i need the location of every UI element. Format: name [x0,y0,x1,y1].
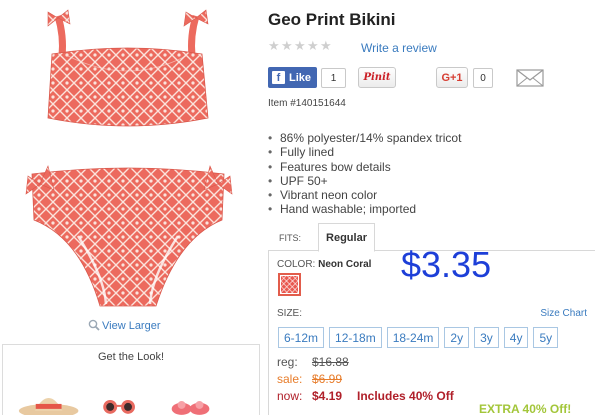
size-option-2y[interactable]: 2y [444,327,470,348]
size-option-5y[interactable]: 5y [533,327,559,348]
product-gallery: View Larger Get the Look! [0,0,262,415]
feature-item: Hand washable; imported [268,202,461,217]
size-option-4y[interactable]: 4y [503,327,529,348]
item-number: Item #140151644 [268,98,346,109]
size-options: 6-12m 12-18m 18-24m 2y 3y 4y 5y [278,327,559,348]
feature-item: Features bow details [268,160,461,175]
facebook-like-button[interactable]: f Like [268,67,317,88]
star-icon: ★ [294,38,306,53]
look-items [18,397,210,415]
size-label: SIZE: [277,308,303,319]
star-icon: ★ [268,38,280,53]
feature-item: Vibrant neon color [268,188,461,203]
pinterest-pinit-button[interactable]: Pinit [358,67,396,88]
regular-price-value: $16.88 [312,355,349,369]
email-envelope-icon[interactable] [516,69,544,87]
facebook-like-count: 1 [321,68,346,88]
star-icon: ★ [281,38,293,53]
color-label: COLOR: Neon Coral [277,259,372,270]
overlay-price: $3.35 [401,244,492,285]
rating-stars[interactable]: ★ ★ ★ ★ ★ [268,38,332,53]
feature-item: 86% polyester/14% spandex tricot [268,131,461,146]
size-option-18-24m[interactable]: 18-24m [386,327,440,348]
google-plus-count: 0 [473,68,493,88]
feature-item: UPF 50+ [268,174,461,189]
feature-item: Fully lined [268,145,461,160]
discount-note: Includes 40% Off [357,389,454,403]
product-image[interactable] [18,6,240,316]
now-price-value: $4.19 [312,389,343,403]
regular-price-label: reg: [277,355,298,369]
size-chart-link[interactable]: Size Chart [540,308,587,319]
product-details: Geo Print Bikini ★ ★ ★ ★ ★ Write a revie… [268,0,595,415]
google-plus-button[interactable]: G+1 [436,67,468,88]
fits-label: FITS: [279,233,301,243]
color-swatch-neon-coral[interactable] [278,273,301,296]
view-larger-label: View Larger [102,320,161,332]
magnifier-icon [88,319,100,331]
sale-price-value: $6.99 [312,372,343,386]
size-option-6-12m[interactable]: 6-12m [278,327,325,348]
variant-panel: COLOR: Neon Coral $3.35 SIZE: Size Chart… [268,244,595,415]
get-the-look-title: Get the Look! [97,351,165,363]
star-icon: ★ [307,38,319,53]
sun-hat-thumbnail[interactable] [18,397,79,415]
swatch-pattern [281,276,298,293]
now-price-label: now: [277,389,303,403]
write-review-link[interactable]: Write a review [361,41,437,55]
color-value: Neon Coral [318,259,372,270]
feature-list: 86% polyester/14% spandex tricot Fully l… [268,131,461,217]
extra-discount-promo: EXTRA 40% Off! [479,402,572,415]
size-option-3y[interactable]: 3y [474,327,499,348]
sunglasses-thumbnail[interactable] [103,399,135,414]
view-larger-link[interactable]: View Larger [88,319,161,332]
social-share-bar: f Like 1 Pinit G+1 0 [268,67,595,89]
tab-regular[interactable]: Regular [318,223,375,252]
sandals-thumbnail[interactable] [171,400,210,415]
facebook-like-label: Like [289,71,312,84]
product-title: Geo Print Bikini [268,10,396,29]
facebook-icon: f [272,71,285,84]
get-the-look-panel: Get the Look! [2,344,260,415]
size-option-12-18m[interactable]: 12-18m [329,327,382,348]
star-icon: ★ [320,38,332,53]
sale-price-label: sale: [277,372,303,386]
